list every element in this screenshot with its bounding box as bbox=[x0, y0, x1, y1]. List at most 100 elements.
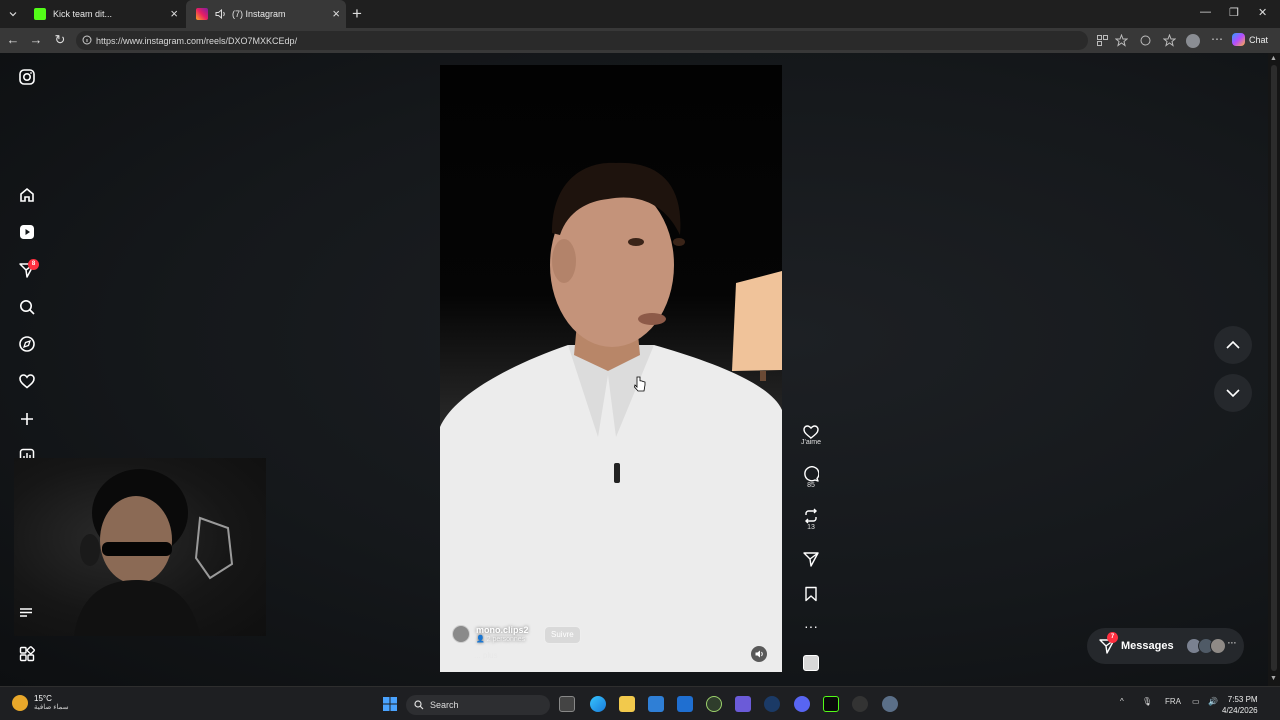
task-view-icon[interactable] bbox=[559, 696, 575, 712]
chevron-down-icon bbox=[1226, 389, 1240, 397]
video-subject bbox=[440, 162, 782, 672]
caption-more-link[interactable]: ... plus bbox=[474, 651, 498, 660]
volume-icon bbox=[755, 650, 763, 658]
site-info-icon[interactable] bbox=[82, 35, 92, 45]
instagram-logo-icon[interactable] bbox=[18, 68, 36, 86]
scroll-up-icon[interactable]: ▲ bbox=[1270, 55, 1277, 62]
chat-label: Chat bbox=[1249, 34, 1269, 45]
bookmark-icon bbox=[805, 586, 817, 602]
messages-label: Messages bbox=[1121, 640, 1174, 652]
microphone-icon[interactable]: 🎙 bbox=[1142, 697, 1152, 706]
reels-icon[interactable] bbox=[18, 223, 36, 241]
audio-thumbnail-icon bbox=[803, 655, 819, 671]
moon-icon bbox=[12, 694, 28, 711]
home-icon[interactable] bbox=[18, 186, 36, 204]
taskbar-search[interactable]: Search bbox=[406, 695, 550, 715]
collaborators-label: 2 personnes bbox=[486, 636, 526, 643]
obs-icon[interactable] bbox=[852, 696, 868, 712]
favorite-star-icon[interactable] bbox=[1115, 34, 1128, 47]
tab-instagram[interactable]: (7) Instagram × bbox=[186, 0, 346, 28]
collaborators-text[interactable]: 👤 2 personnes bbox=[476, 635, 529, 643]
comments-count: 85 bbox=[807, 482, 815, 489]
messages-button[interactable]: 7 Messages ··· bbox=[1087, 628, 1244, 664]
clock-date: 4/24/2026 bbox=[1222, 706, 1258, 715]
scrollbar-thumb[interactable] bbox=[1271, 65, 1277, 671]
app-available-icon[interactable] bbox=[1096, 34, 1109, 47]
profile-avatar[interactable] bbox=[1186, 34, 1200, 48]
mouse-cursor-icon bbox=[634, 376, 646, 392]
more-options-icon[interactable]: ··· bbox=[800, 618, 822, 634]
contact-avatar bbox=[1209, 638, 1226, 654]
edge-icon[interactable] bbox=[590, 696, 606, 712]
author-avatar[interactable] bbox=[452, 625, 470, 643]
page-scrollbar[interactable]: ▲ ▼ bbox=[1268, 53, 1280, 686]
reel-video[interactable]: mono.clips2 👤 2 personnes Suivre ... plu… bbox=[440, 65, 782, 672]
tab-list-dropdown-icon[interactable] bbox=[4, 5, 22, 23]
scroll-down-icon[interactable]: ▼ bbox=[1270, 675, 1277, 682]
taskbar-clock[interactable]: 7:53 PM 4/24/2026 bbox=[1222, 694, 1258, 716]
steam-icon[interactable] bbox=[764, 696, 780, 712]
collaborators-icon: 👤 bbox=[476, 636, 485, 643]
audio-button[interactable] bbox=[800, 655, 822, 671]
address-bar[interactable]: https://www.instagram.com/reels/DXO7MXKC… bbox=[76, 31, 1088, 50]
like-button[interactable]: J'aime bbox=[800, 424, 822, 446]
back-icon[interactable]: ← bbox=[6, 33, 20, 47]
speaker-icon[interactable] bbox=[215, 9, 227, 19]
notifications-icon[interactable] bbox=[18, 372, 36, 390]
weather-widget[interactable]: 15°C سماء صافية bbox=[12, 694, 69, 711]
settings-more-icon[interactable]: ⋯ bbox=[1211, 33, 1224, 47]
new-tab-button[interactable]: + bbox=[352, 4, 362, 24]
forward-icon[interactable]: → bbox=[29, 33, 43, 47]
message-avatars: ··· bbox=[1185, 638, 1237, 654]
tray-overflow-icon[interactable]: ^ bbox=[1120, 697, 1124, 706]
tab-kick[interactable]: Kick team dit... × bbox=[24, 0, 184, 28]
browser-tab-bar: Kick team dit... × (7) Instagram × + — ❐… bbox=[0, 0, 1280, 28]
mute-toggle[interactable] bbox=[751, 646, 767, 662]
more-avatars-icon: ··· bbox=[1227, 638, 1237, 648]
minimize-icon[interactable]: — bbox=[1200, 6, 1211, 18]
search-icon bbox=[414, 700, 424, 710]
settings-icon[interactable] bbox=[882, 696, 898, 712]
close-tab-icon[interactable]: × bbox=[332, 7, 340, 20]
store-icon[interactable] bbox=[677, 696, 693, 712]
next-reel-button[interactable] bbox=[1214, 374, 1252, 412]
previous-reel-button[interactable] bbox=[1214, 326, 1252, 364]
volume-icon[interactable]: 🔊 bbox=[1208, 697, 1218, 706]
menu-icon[interactable] bbox=[19, 605, 33, 619]
discord-icon[interactable] bbox=[794, 696, 810, 712]
explore-icon[interactable] bbox=[18, 335, 36, 353]
reel-author[interactable]: mono.clips2 👤 2 personnes bbox=[452, 625, 529, 643]
author-username[interactable]: mono.clips2 bbox=[476, 625, 529, 635]
xbox-icon[interactable] bbox=[706, 696, 722, 712]
repost-icon bbox=[805, 508, 817, 524]
close-tab-icon[interactable]: × bbox=[170, 7, 178, 20]
weather-desc: سماء صافية bbox=[34, 704, 69, 711]
search-icon[interactable] bbox=[18, 298, 36, 316]
refresh-icon[interactable]: ↻ bbox=[53, 33, 67, 47]
favorites-icon[interactable] bbox=[1163, 34, 1176, 47]
also-from-meta-icon[interactable] bbox=[18, 645, 36, 663]
restore-icon[interactable]: ❐ bbox=[1229, 6, 1239, 19]
teams-icon[interactable] bbox=[735, 696, 751, 712]
share-button[interactable] bbox=[800, 551, 822, 567]
outlook-icon[interactable] bbox=[648, 696, 664, 712]
tab-title: (7) Instagram bbox=[232, 9, 286, 19]
share-icon bbox=[803, 552, 819, 567]
instagram-favicon-icon bbox=[196, 8, 208, 20]
input-language[interactable]: FRA bbox=[1165, 697, 1181, 706]
file-explorer-icon[interactable] bbox=[619, 696, 635, 712]
windows-start-icon[interactable] bbox=[382, 696, 398, 712]
network-icon[interactable]: ▭ bbox=[1192, 697, 1200, 706]
comments-button[interactable]: 85 bbox=[800, 466, 822, 489]
follow-button[interactable]: Suivre bbox=[544, 626, 581, 644]
extensions-icon[interactable] bbox=[1139, 34, 1152, 47]
window-close-icon[interactable]: ✕ bbox=[1258, 6, 1267, 19]
kick-app-icon[interactable] bbox=[823, 696, 839, 712]
search-label: Search bbox=[430, 700, 459, 710]
kick-favicon-icon bbox=[34, 8, 46, 20]
repost-button[interactable]: 13 bbox=[800, 508, 822, 531]
copilot-chat-button[interactable]: Chat bbox=[1232, 33, 1268, 46]
reposts-count: 13 bbox=[807, 524, 815, 531]
save-button[interactable] bbox=[800, 586, 822, 602]
create-icon[interactable] bbox=[18, 410, 36, 428]
